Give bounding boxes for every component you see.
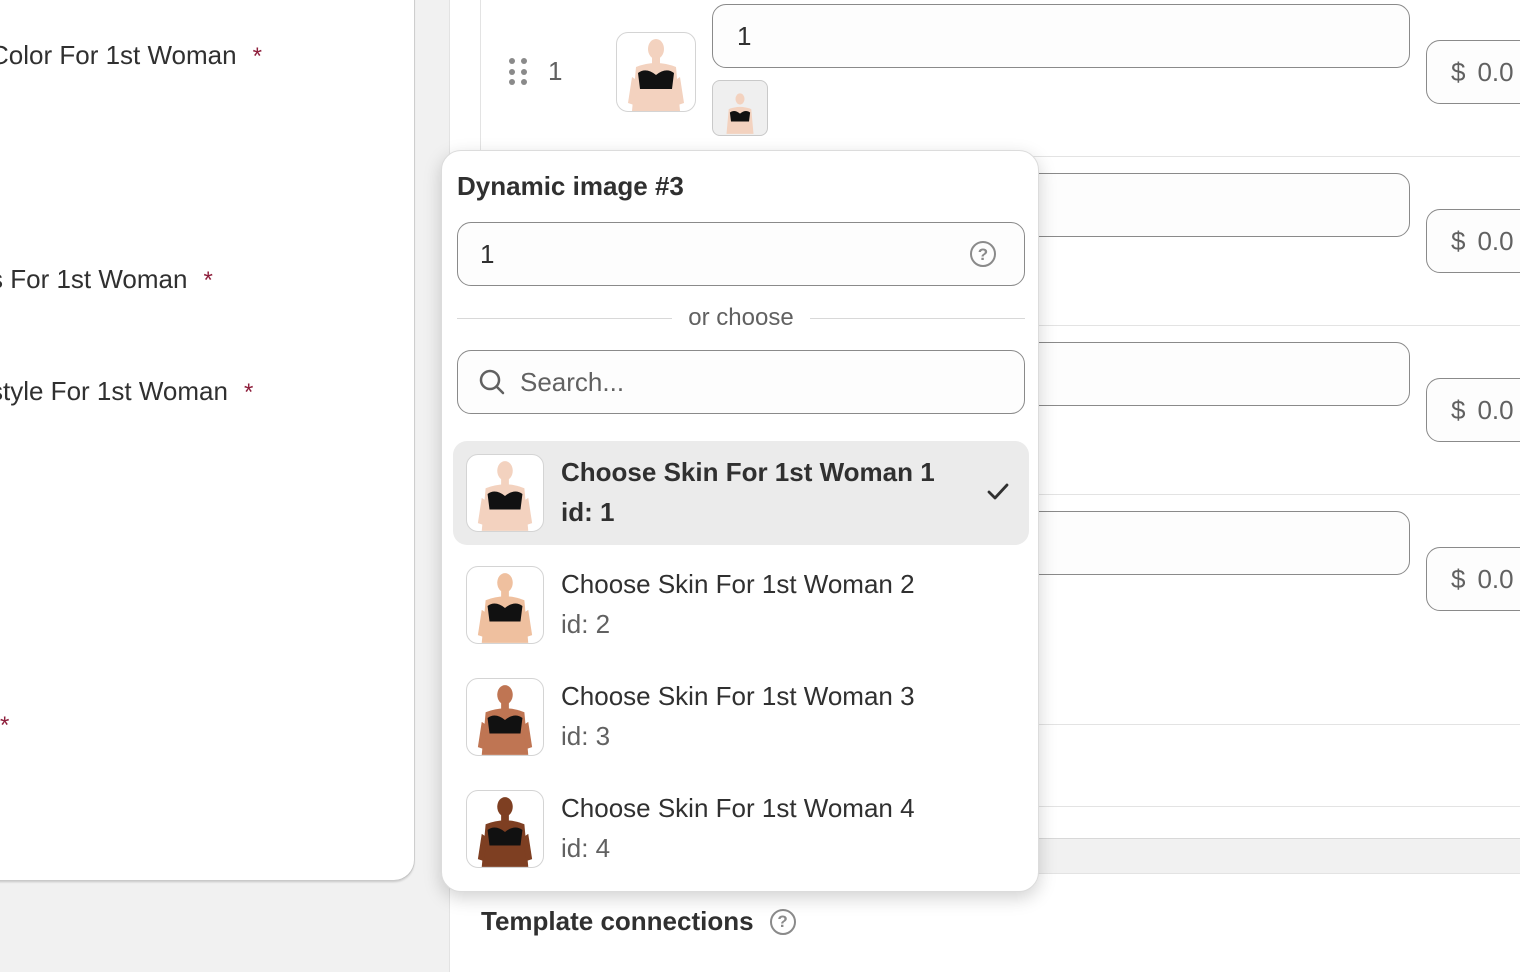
help-icon[interactable]: ? — [769, 908, 796, 935]
woman-figure-icon — [477, 573, 533, 643]
woman-figure-icon — [477, 685, 533, 755]
row-index: 1 — [548, 56, 563, 86]
checkmark-icon — [987, 483, 1009, 500]
woman-figure-icon — [477, 797, 533, 867]
option-label: Choose Skin For 1st Woman 3 — [561, 681, 915, 711]
value-image-thumbnail[interactable] — [616, 32, 696, 112]
required-mark: * — [0, 712, 10, 739]
settings-card — [0, 0, 414, 880]
price-input[interactable]: $0.0 — [1426, 547, 1520, 611]
option-label: Choose Skin For 1st Woman 1 — [561, 457, 935, 487]
option-thumbnail — [466, 790, 544, 868]
option-label: Choose Skin For 1st Woman 2 — [561, 569, 915, 599]
popover-title: Dynamic image #3 — [457, 171, 684, 201]
help-icon[interactable]: ? — [970, 241, 996, 267]
field-label-color: Color For 1st Woman * — [0, 40, 262, 70]
dynamic-image-id-input[interactable]: 1 ? — [457, 222, 1025, 286]
template-connections-heading: Template connections ? — [481, 906, 796, 937]
field-label-skin: s For 1st Woman * — [0, 264, 213, 294]
field-label-style: style For 1st Woman * — [0, 376, 254, 406]
required-mark: * — [252, 43, 262, 70]
required-mark: * — [243, 379, 254, 406]
image-option[interactable]: Choose Skin For 1st Woman 3 id: 3 — [453, 665, 1029, 769]
required-mark: * — [203, 267, 213, 294]
option-id: id: 2 — [561, 609, 611, 639]
option-id: id: 4 — [561, 833, 611, 863]
price-input[interactable]: $0.0 — [1426, 40, 1520, 104]
option-id: id: 3 — [561, 721, 611, 751]
drag-handle-icon[interactable] — [509, 58, 527, 86]
option-thumbnail — [466, 678, 544, 756]
dynamic-image-popover: Dynamic image #3 1 ? or choose Search...… — [441, 150, 1039, 892]
woman-figure-icon — [477, 461, 533, 531]
option-label: Choose Skin For 1st Woman 4 — [561, 793, 915, 823]
image-option[interactable]: Choose Skin For 1st Woman 2 id: 2 — [453, 553, 1029, 657]
option-thumbnail — [466, 454, 544, 532]
value-name-input[interactable]: 1 — [712, 4, 1410, 68]
woman-figure-icon — [628, 39, 684, 111]
or-choose-divider: or choose — [457, 301, 1025, 335]
image-option[interactable]: Choose Skin For 1st Woman 1 id: 1 — [453, 441, 1029, 545]
price-input[interactable]: $0.0 — [1426, 378, 1520, 442]
dynamic-image-button[interactable] — [712, 80, 768, 136]
price-input[interactable]: $0.0 — [1426, 209, 1520, 273]
option-id: id: 1 — [561, 497, 615, 527]
image-search-input[interactable]: Search... — [457, 350, 1025, 414]
option-thumbnail — [466, 566, 544, 644]
search-icon — [479, 369, 505, 395]
woman-figure-icon — [726, 93, 754, 134]
image-option[interactable]: Choose Skin For 1st Woman 4 id: 4 — [453, 777, 1029, 881]
